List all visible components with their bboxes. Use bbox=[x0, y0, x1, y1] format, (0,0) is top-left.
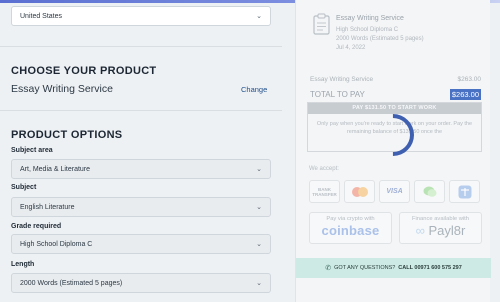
accept-label: We accept: bbox=[309, 166, 339, 172]
bank-transfer-icon: BANK TRANSFER bbox=[309, 180, 340, 203]
order-form: United States ⌄ CHOOSE YOUR PRODUCT Essa… bbox=[0, 0, 282, 302]
phone-icon: ✆ bbox=[325, 265, 332, 272]
coinbase-logo: coinbase bbox=[321, 223, 380, 238]
subject-area-value: Art, Media & Literature bbox=[20, 165, 91, 173]
visa-icon: VISA bbox=[379, 180, 410, 203]
payl8r-logo: ∞ Payl8r bbox=[400, 223, 481, 238]
choose-product-heading: CHOOSE YOUR PRODUCT bbox=[11, 65, 157, 77]
total-amount: $263.00 bbox=[449, 89, 481, 100]
country-select[interactable]: United States ⌄ bbox=[11, 6, 271, 26]
payl8r-mark-icon: ∞ bbox=[415, 223, 425, 238]
coinbase-box[interactable]: Pay via crypto with coinbase bbox=[309, 212, 392, 244]
summary-line: Jul 4, 2022 bbox=[336, 45, 366, 51]
questions-bar[interactable]: ✆ GOT ANY QUESTIONS? CALL 00971 600 575 … bbox=[296, 258, 491, 278]
product-name: Essay Writing Service bbox=[11, 83, 113, 95]
grade-label: Grade required bbox=[11, 223, 62, 230]
payl8r-box[interactable]: Finance available with ∞ Payl8r bbox=[399, 212, 482, 244]
section-divider bbox=[0, 46, 282, 47]
summary-product-title: Essay Writing Service bbox=[336, 15, 404, 22]
wechat-pay-icon bbox=[414, 180, 445, 203]
visa-label: VISA bbox=[386, 188, 403, 195]
chevron-down-icon: ⌄ bbox=[256, 166, 262, 173]
section-divider bbox=[0, 110, 282, 111]
total-label: TOTAL TO PAY bbox=[310, 90, 365, 99]
subject-area-label: Subject area bbox=[11, 147, 53, 154]
alipay-icon bbox=[449, 180, 480, 203]
product-options-heading: PRODUCT OPTIONS bbox=[11, 129, 123, 141]
subject-value: English Literature bbox=[20, 203, 75, 211]
length-value: 2000 Words (Estimated 5 pages) bbox=[20, 279, 123, 287]
summary-line: 2000 Words (Estimated 5 pages) bbox=[336, 36, 424, 42]
length-label: Length bbox=[11, 261, 35, 268]
chevron-down-icon: ⌄ bbox=[256, 280, 262, 287]
summary-line: High School Diploma C bbox=[336, 27, 399, 33]
grade-select[interactable]: High School Diploma C ⌄ bbox=[11, 234, 271, 254]
crypto-caption: Pay via crypto with bbox=[326, 216, 375, 222]
chevron-down-icon: ⌄ bbox=[256, 204, 262, 211]
chevron-down-icon: ⌄ bbox=[256, 13, 262, 20]
line-item-label: Essay Writing Service bbox=[310, 76, 374, 83]
line-item-row: Essay Writing Service $263.00 bbox=[310, 76, 481, 83]
bank-transfer-label: BANK TRANSFER bbox=[312, 186, 337, 197]
subject-area-select[interactable]: Art, Media & Literature ⌄ bbox=[11, 159, 271, 179]
length-select[interactable]: 2000 Words (Estimated 5 pages) ⌄ bbox=[11, 273, 271, 293]
grade-value: High School Diploma C bbox=[20, 240, 93, 248]
questions-prefix: GOT ANY QUESTIONS? bbox=[334, 265, 396, 271]
mastercard-icon bbox=[344, 180, 375, 203]
total-row: TOTAL TO PAY $263.00 bbox=[310, 89, 481, 100]
chevron-down-icon: ⌄ bbox=[256, 241, 262, 248]
phone-number[interactable]: CALL 00971 600 575 297 bbox=[398, 265, 462, 271]
deposit-header: PAY $131.50 TO START WORK bbox=[308, 103, 481, 114]
payl8r-brand: Payl8r bbox=[428, 223, 466, 238]
finance-caption: Finance available with bbox=[411, 216, 470, 222]
document-icon bbox=[313, 13, 330, 35]
subject-label: Subject bbox=[11, 184, 37, 191]
change-product-link[interactable]: Change bbox=[241, 85, 267, 94]
line-item-amount: $263.00 bbox=[457, 76, 482, 83]
country-select-value: United States bbox=[20, 12, 63, 20]
subject-select[interactable]: English Literature ⌄ bbox=[11, 197, 271, 217]
